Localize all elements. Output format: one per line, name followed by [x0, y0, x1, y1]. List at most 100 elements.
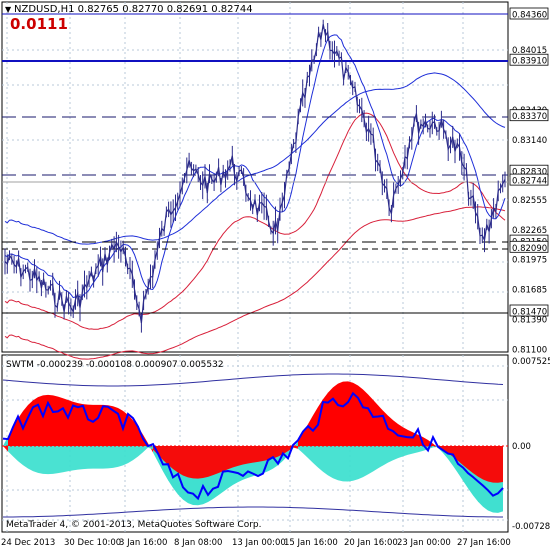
chart-dropdown-icon[interactable]: ▼: [5, 5, 12, 14]
indicator-area: [338, 446, 343, 482]
price-label: 0.82555: [512, 196, 547, 206]
indicator-area: [263, 446, 268, 461]
time-label: 8 Jan 08:00: [174, 538, 222, 548]
indicator-area: [73, 401, 78, 446]
indicator-area: [93, 446, 98, 469]
price-label: 0.82265: [512, 226, 547, 236]
indicator-area: [328, 387, 333, 446]
indicator-area: [323, 392, 328, 446]
indicator-area: [103, 404, 108, 446]
indicator-area: [28, 446, 33, 472]
indicator-area: [123, 446, 128, 466]
indicator-area: [403, 446, 408, 457]
indicator-area: [198, 446, 203, 479]
indicator-area: [193, 446, 198, 479]
indicator-area: [378, 446, 383, 469]
indicator-area: [398, 446, 403, 459]
indicator-area: [218, 446, 223, 474]
indicator-area: [348, 446, 353, 482]
price-label: 0.83370: [512, 112, 547, 122]
indicator-area: [413, 446, 418, 454]
indicator-area: [78, 446, 83, 470]
indicator-area: [353, 446, 358, 481]
indicator-area: [348, 381, 353, 446]
indicator-area: [33, 446, 38, 473]
indicator-area: [243, 446, 248, 465]
price-label: 0.82090: [512, 244, 547, 254]
indicator-header: SWTM -0.000239 -0.000108 0.000907 0.0055…: [6, 360, 224, 370]
indicator-area: [388, 446, 393, 463]
indicator-area: [358, 446, 363, 480]
indicator-area: [68, 446, 73, 472]
indicator-area: [113, 446, 118, 468]
indicator-area: [53, 446, 58, 474]
indicator-area: [378, 405, 383, 446]
indicator-area: [118, 446, 123, 467]
indicator-area: [173, 446, 178, 473]
indicator-area: [188, 446, 193, 479]
chart-title: NZDUSD,H1 0.82765 0.82770 0.82691 0.8274…: [14, 4, 253, 15]
indicator-area: [368, 394, 373, 446]
indicator-area: [358, 385, 363, 446]
trading-chart[interactable]: ▼ NZDUSD,H1 0.82765 0.82770 0.82691 0.82…: [0, 0, 550, 550]
indicator-area: [473, 446, 478, 477]
indicator-area: [23, 446, 28, 469]
indicator-area: [233, 446, 238, 468]
price-label: 0.82744: [512, 177, 547, 187]
indicator-area: [73, 446, 78, 471]
time-label: 3 Jan 16:00: [119, 538, 167, 548]
indicator-area: [98, 446, 103, 469]
price-label: 0.81975: [512, 256, 547, 266]
price-label: 0.81685: [512, 285, 547, 295]
indicator-area: [488, 446, 493, 483]
indicator-area: [48, 446, 53, 475]
indicator-area: [468, 446, 473, 474]
indicator-area: [318, 446, 323, 472]
indicator-area: [103, 446, 108, 469]
indicator-area: [258, 446, 263, 462]
indicator-area: [93, 404, 98, 446]
indicator-area: [478, 446, 483, 480]
time-label: 27 Jan 16:00: [457, 538, 511, 548]
indicator-area: [58, 446, 63, 474]
indicator-area: [78, 403, 83, 446]
price-label: 0.81390: [512, 316, 547, 326]
footer-copyright: MetaTrader 4, © 2001-2013, MetaQuotes So…: [6, 520, 262, 530]
indicator-area: [203, 446, 208, 479]
price-label: 0.84360: [512, 11, 547, 21]
indicator-area: [353, 382, 358, 446]
time-label: 23 Jan 00:00: [397, 538, 451, 548]
indicator-area: [128, 414, 133, 446]
indicator-area: [38, 446, 43, 474]
spread-badge: 0.0111: [10, 15, 68, 33]
indicator-area: [343, 381, 348, 446]
indicator-area: [248, 446, 253, 464]
time-label: 15 Jan 16:00: [284, 538, 338, 548]
indicator-area: [363, 389, 368, 446]
indicator-axis-label: 0.00: [512, 442, 531, 452]
indicator-area: [228, 446, 233, 470]
time-label: 30 Dec 10:00: [64, 538, 121, 548]
indicator-area: [238, 446, 243, 466]
price-label: 0.81100: [512, 346, 547, 356]
indicator-area: [493, 446, 498, 483]
indicator-area: [53, 395, 58, 446]
indicator-area: [393, 446, 398, 461]
indicator-area: [83, 446, 88, 470]
indicator-area: [63, 446, 68, 473]
indicator-area: [333, 383, 338, 446]
time-label: 24 Dec 2013: [1, 538, 55, 548]
indicator-area: [373, 446, 378, 472]
indicator-area: [63, 398, 68, 446]
indicator-area: [363, 446, 368, 478]
price-label: 0.83910: [512, 57, 547, 67]
time-label: 13 Jan 00:00: [232, 538, 286, 548]
indicator-area: [178, 446, 183, 476]
indicator-area: [408, 446, 413, 455]
indicator-area: [58, 396, 63, 446]
price-axis: 0.843600.840150.839100.834300.833700.831…: [509, 7, 549, 356]
indicator-area: [223, 446, 228, 472]
indicator-area: [483, 446, 488, 482]
indicator-axis: 0.007525 0.00 -0.007288: [512, 357, 550, 532]
indicator-area: [338, 381, 343, 446]
